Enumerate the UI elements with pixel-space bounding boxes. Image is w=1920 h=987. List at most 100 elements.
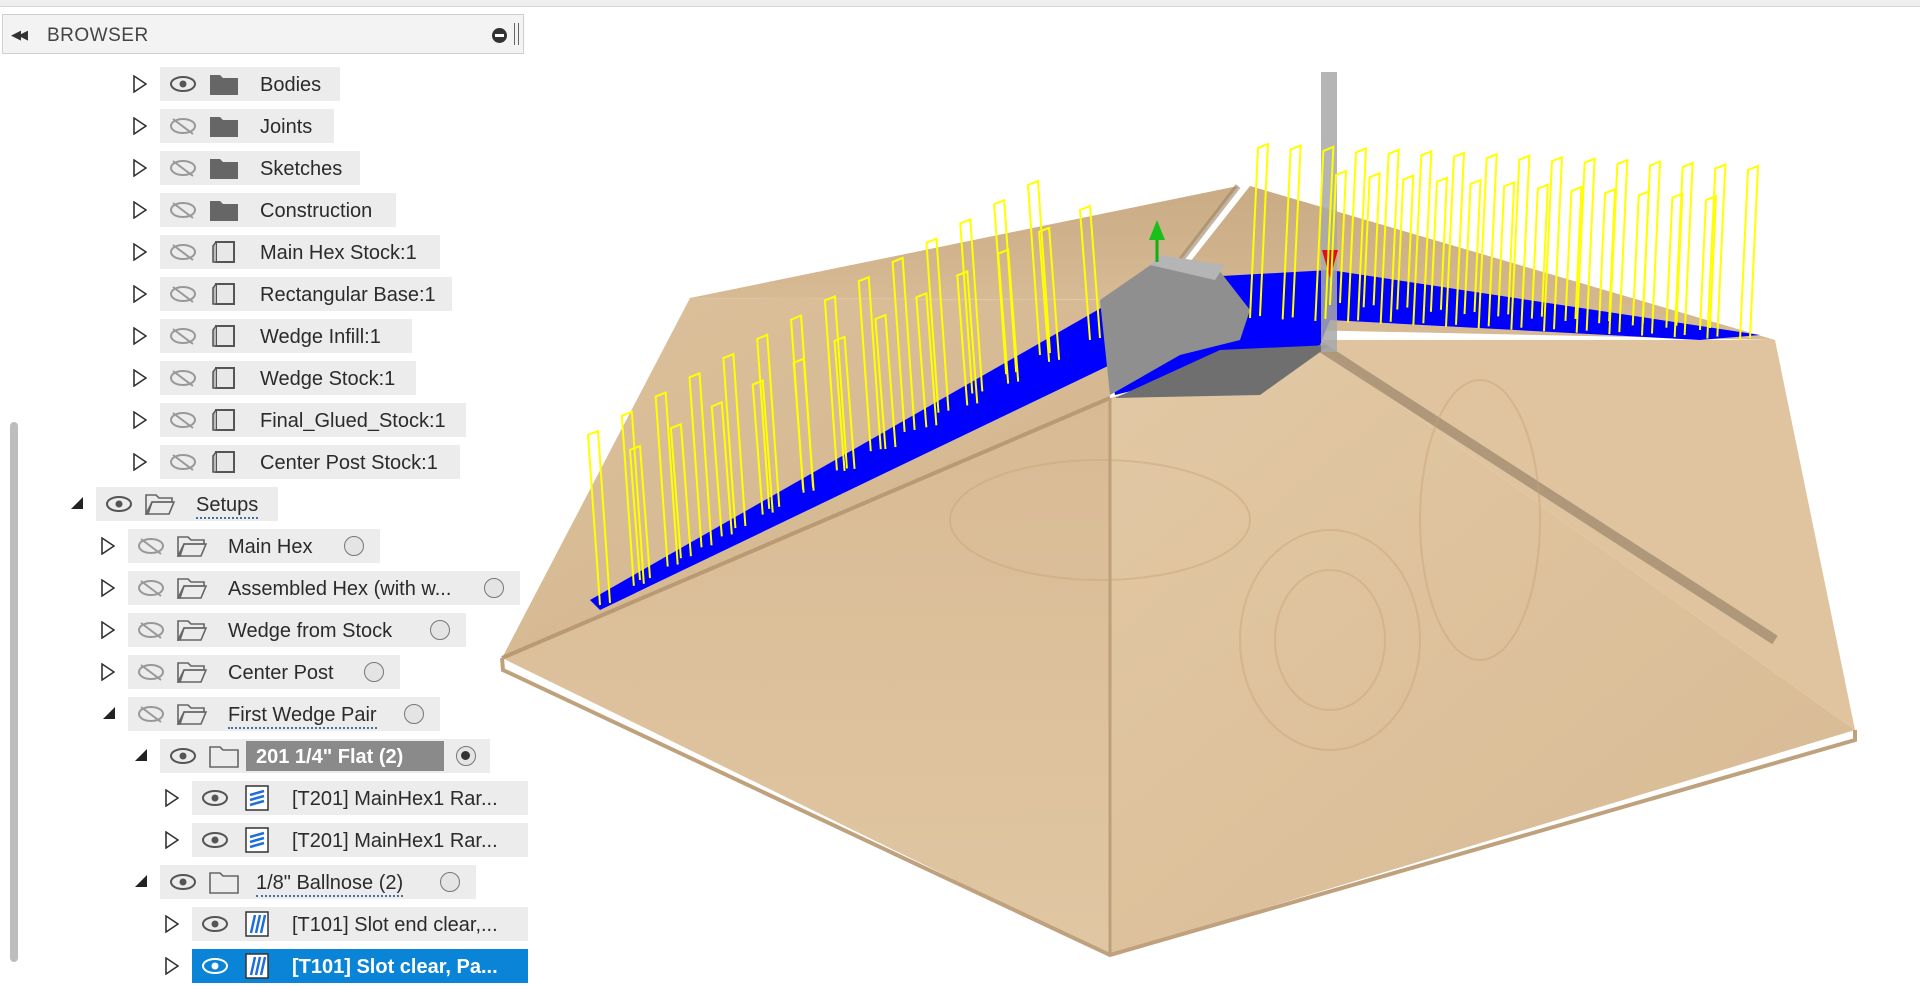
tree-item-label: Wedge from Stock <box>228 620 393 642</box>
eye-hidden-icon[interactable] <box>136 578 166 598</box>
tree-item-label: [T101] Slot end clear,... <box>292 914 498 936</box>
expand-arrow-icon[interactable] <box>96 651 120 693</box>
eye-hidden-icon[interactable] <box>136 662 166 682</box>
eye-icon[interactable] <box>168 74 198 94</box>
expand-arrow-icon[interactable] <box>96 609 120 651</box>
eye-hidden-icon[interactable] <box>168 158 198 178</box>
scrollbar[interactable] <box>8 66 20 968</box>
eye-hidden-icon[interactable] <box>136 620 166 640</box>
double-chevron-left-icon[interactable]: ◀◀ <box>11 27 28 43</box>
open-folder-icon <box>176 536 208 557</box>
expand-arrow-icon[interactable] <box>128 105 152 147</box>
expand-arrow-icon[interactable] <box>128 147 152 189</box>
collapse-arrow-icon[interactable] <box>128 861 152 903</box>
parallel-operation-icon <box>245 911 269 937</box>
tree-item-label: Construction <box>260 200 373 222</box>
expand-arrow-icon[interactable] <box>128 63 152 105</box>
activate-radio[interactable] <box>344 536 364 556</box>
expand-arrow-icon[interactable] <box>160 945 184 987</box>
tree-item-chip[interactable]: [T201] MainHex1 Rar... <box>192 823 528 857</box>
expand-arrow-icon[interactable] <box>128 357 152 399</box>
eye-icon[interactable] <box>200 956 230 976</box>
activate-radio[interactable] <box>430 620 450 640</box>
expand-arrow-icon[interactable] <box>128 231 152 273</box>
eye-hidden-icon[interactable] <box>136 704 166 724</box>
tree-item-chip[interactable]: [T201] MainHex1 Rar... <box>192 781 528 815</box>
tree-item-chip[interactable]: Wedge from Stock <box>128 613 466 647</box>
tree-item-chip[interactable]: Setups <box>96 487 278 521</box>
tree-item-chip[interactable]: Center Post Stock:1 <box>160 445 460 479</box>
eye-hidden-icon[interactable] <box>168 452 198 472</box>
expand-arrow-icon[interactable] <box>160 903 184 945</box>
expand-arrow-icon[interactable] <box>128 189 152 231</box>
expand-arrow-icon[interactable] <box>160 819 184 861</box>
browser-panel: ◀◀ BROWSER Bodies Joints Sketches Constr… <box>0 0 530 983</box>
collapse-arrow-icon[interactable] <box>96 693 120 735</box>
eye-hidden-icon[interactable] <box>168 410 198 430</box>
tree-item-chip[interactable]: Wedge Stock:1 <box>160 361 416 395</box>
scrollbar-thumb[interactable] <box>10 422 18 962</box>
eye-icon[interactable] <box>200 788 230 808</box>
folder-outline-icon <box>209 746 239 768</box>
expand-arrow-icon[interactable] <box>128 399 152 441</box>
eye-hidden-icon[interactable] <box>168 242 198 262</box>
tree-item-chip[interactable]: Rectangular Base:1 <box>160 277 452 311</box>
activate-radio[interactable] <box>364 662 384 682</box>
tree-item-label: Center Post Stock:1 <box>260 452 438 474</box>
tree-item-chip[interactable]: Final_Glued_Stock:1 <box>160 403 466 437</box>
activate-radio[interactable] <box>404 704 424 724</box>
ramp-operation-icon <box>245 785 269 811</box>
expand-arrow-icon[interactable] <box>160 777 184 819</box>
tree-item-label: [T201] MainHex1 Rar... <box>292 788 498 810</box>
activate-radio[interactable] <box>440 872 460 892</box>
ramp-operation-icon <box>245 827 269 853</box>
eye-icon[interactable] <box>200 914 230 934</box>
eye-icon[interactable] <box>104 494 134 514</box>
tree-item-chip[interactable]: Construction <box>160 193 396 227</box>
collapse-arrow-icon[interactable] <box>64 483 88 525</box>
eye-icon[interactable] <box>168 872 198 892</box>
eye-hidden-icon[interactable] <box>168 284 198 304</box>
expand-arrow-icon[interactable] <box>96 567 120 609</box>
activate-radio[interactable] <box>456 746 476 766</box>
tree-item-chip[interactable]: Bodies <box>160 67 340 101</box>
panel-resize-handle[interactable] <box>514 23 519 45</box>
browser-header: ◀◀ BROWSER <box>2 14 524 54</box>
tree-item-chip[interactable]: Joints <box>160 109 334 143</box>
minus-circle-icon[interactable] <box>492 28 507 43</box>
tree-item-chip[interactable]: [T101] Slot end clear,... <box>192 907 528 941</box>
eye-icon[interactable] <box>200 830 230 850</box>
tree-item-chip-selected[interactable]: [T101] Slot clear, Pa... <box>192 949 528 983</box>
open-folder-icon <box>144 494 176 515</box>
open-folder-icon <box>176 620 208 641</box>
expand-arrow-icon[interactable] <box>128 273 152 315</box>
eye-hidden-icon[interactable] <box>168 116 198 136</box>
open-folder-icon <box>176 578 208 599</box>
tree-item-chip[interactable]: 1/8" Ballnose (2) <box>160 865 476 899</box>
eye-hidden-icon[interactable] <box>168 200 198 220</box>
tree-item-chip[interactable]: Main Hex <box>128 529 380 563</box>
tree-item-chip[interactable]: Assembled Hex (with w... <box>128 571 520 605</box>
tree-item-chip[interactable]: Main Hex Stock:1 <box>160 235 440 269</box>
tree-item-chip[interactable]: Sketches <box>160 151 360 185</box>
folder-icon <box>210 159 238 179</box>
eye-icon[interactable] <box>168 746 198 766</box>
tree-item-label: Sketches <box>260 158 343 180</box>
tree-item-chip[interactable]: First Wedge Pair <box>128 697 440 731</box>
tree-item-label: Main Hex Stock:1 <box>260 242 417 264</box>
eye-hidden-icon[interactable] <box>168 326 198 346</box>
expand-arrow-icon[interactable] <box>96 525 120 567</box>
tree-item-chip[interactable]: 201 1/4" Flat (2) <box>160 739 490 773</box>
tree-item-label: Center Post <box>228 662 334 684</box>
folder-icon <box>210 117 238 137</box>
body-cube-icon <box>212 241 235 263</box>
collapse-arrow-icon[interactable] <box>128 735 152 777</box>
tree-item-chip[interactable]: Center Post <box>128 655 400 689</box>
eye-hidden-icon[interactable] <box>136 536 166 556</box>
expand-arrow-icon[interactable] <box>128 441 152 483</box>
activate-radio[interactable] <box>484 578 504 598</box>
eye-hidden-icon[interactable] <box>168 368 198 388</box>
tree-item-chip[interactable]: Wedge Infill:1 <box>160 319 412 353</box>
expand-arrow-icon[interactable] <box>128 315 152 357</box>
parallel-operation-icon <box>245 953 269 979</box>
